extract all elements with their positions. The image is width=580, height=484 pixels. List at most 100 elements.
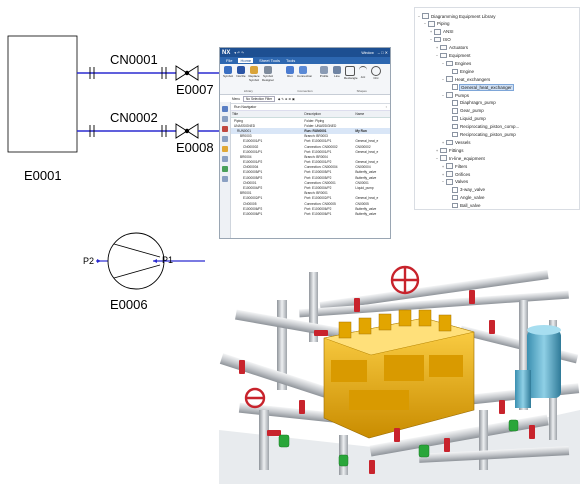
collapse-icon[interactable]: − bbox=[423, 21, 427, 26]
table-row[interactable]: E1000006/P2 Port: E1000006/P2 Butterfly_va… bbox=[231, 206, 390, 211]
selection-filter-select[interactable]: No Selection Filter bbox=[242, 96, 276, 102]
table-row[interactable]: CN00001 Connection: CN00001 CN00001 bbox=[231, 180, 390, 185]
tree-node[interactable]: − Diagramming Equipment Library bbox=[417, 13, 496, 19]
profile-icon bbox=[320, 66, 328, 74]
tree-node[interactable]: 3-way_valve bbox=[447, 187, 485, 193]
tree-node[interactable]: Liquid_pump bbox=[447, 115, 486, 122]
tree-node[interactable]: Reciprocating_piston_pump bbox=[447, 131, 516, 138]
tree-node[interactable]: + Filters bbox=[441, 163, 467, 169]
symbol-icon bbox=[452, 108, 458, 114]
ribbon-label: Line bbox=[334, 74, 340, 78]
tree-node[interactable]: + Actuators bbox=[435, 44, 468, 51]
collapse-icon[interactable]: − bbox=[441, 179, 445, 184]
table-row[interactable]: E1000001/P1 Port: E1000001/P1 General_heat… bbox=[231, 149, 390, 154]
tree-node[interactable]: − Piping bbox=[423, 21, 450, 27]
expand-icon[interactable]: + bbox=[441, 140, 445, 145]
nozzle-button[interactable]: Nozzle bbox=[235, 66, 247, 79]
valve-e0007-symbol[interactable] bbox=[175, 65, 220, 81]
table-row[interactable]: CN000002 Connection: CN000002 CN000002 bbox=[231, 144, 390, 149]
rectangle-button[interactable]: Rectangle bbox=[344, 66, 358, 81]
tree-node[interactable]: Gear_pump bbox=[447, 108, 484, 114]
roles-icon[interactable] bbox=[222, 146, 228, 152]
quick-access-icon[interactable]: ▾ ↶ ↷ bbox=[234, 51, 244, 55]
tree-node[interactable]: − Engines bbox=[441, 60, 471, 67]
system-materials-icon[interactable] bbox=[222, 156, 228, 162]
tree-node[interactable]: Ball_valve bbox=[447, 202, 481, 209]
reuse-library-icon[interactable] bbox=[222, 126, 228, 132]
arc-button[interactable]: Arc bbox=[357, 66, 369, 80]
table-row[interactable]: E1000002/P1 Port: E1000002/P1 General_heat… bbox=[231, 196, 390, 201]
connection-line-2[interactable] bbox=[77, 125, 176, 137]
run-button[interactable]: Run bbox=[284, 66, 296, 79]
equipment-library-tree: − Diagramming Equipment Library − Piping + AN… bbox=[414, 7, 580, 210]
table-row[interactable]: E1000001/P2 Port: E1000001/P2 General_heat… bbox=[231, 160, 390, 165]
table-row[interactable]: E1000005/P1 Port: E1000005/P1 Butterfly_va… bbox=[231, 170, 390, 175]
ribbon-label: Nozzle bbox=[236, 74, 246, 78]
circle-button[interactable]: Circ bbox=[370, 66, 382, 81]
tree-node[interactable]: Engine bbox=[447, 68, 474, 75]
valve-e0008-symbol[interactable] bbox=[175, 123, 220, 139]
tree-node-label: Equipment bbox=[449, 53, 471, 58]
menu-file[interactable]: File bbox=[226, 58, 232, 63]
equipment-e0001-box[interactable] bbox=[7, 35, 78, 153]
tree-node[interactable]: − ISO bbox=[429, 36, 451, 43]
connection-line-1[interactable] bbox=[77, 67, 176, 79]
symbol-designer-button[interactable]: Symbol Designer bbox=[262, 66, 274, 82]
table-row[interactable]: E1000001/P1 Port: E1000001/P1 General_heat… bbox=[231, 139, 390, 144]
profile-button[interactable]: Profile bbox=[318, 66, 330, 79]
tree-node[interactable]: + Fittings bbox=[435, 147, 464, 154]
expand-icon[interactable]: + bbox=[441, 164, 445, 169]
collapse-icon[interactable]: − bbox=[441, 93, 445, 98]
replace-symbol-icon bbox=[250, 66, 258, 74]
close-panel-icon[interactable]: ▫ bbox=[386, 105, 387, 109]
symbol-button[interactable]: Symbol bbox=[222, 66, 234, 79]
tree-node[interactable]: Diaphragm_pump bbox=[447, 100, 496, 106]
tree-node[interactable]: − In-line_equipment bbox=[435, 155, 485, 161]
tree-node[interactable]: + Orifices bbox=[441, 171, 470, 177]
connection-button[interactable]: Connection bbox=[297, 66, 312, 79]
navigator-icon[interactable] bbox=[222, 106, 228, 112]
collapse-icon[interactable]: − bbox=[429, 37, 433, 42]
tree-node[interactable]: General_heat_exchanger bbox=[447, 83, 514, 91]
line-button[interactable]: Line bbox=[331, 66, 343, 79]
tree-node[interactable]: Reciprocating_piston_comp... bbox=[447, 123, 519, 130]
window-menu[interactable]: Window bbox=[361, 51, 373, 55]
cell-name: Butterfly_valve bbox=[355, 211, 377, 216]
settings-icon[interactable] bbox=[222, 176, 228, 182]
window-controls-icon[interactable]: – □ ✕ bbox=[378, 50, 388, 55]
collapse-icon[interactable]: − bbox=[441, 77, 445, 82]
collapse-icon[interactable]: − bbox=[441, 61, 445, 66]
port-label: P1 bbox=[162, 255, 174, 265]
tree-node[interactable]: Angle_valve bbox=[447, 194, 485, 201]
collapse-icon[interactable]: − bbox=[435, 156, 439, 161]
tree-node[interactable]: + Vessels bbox=[441, 139, 471, 146]
menu-dropdown[interactable]: Menu bbox=[232, 97, 240, 101]
menu-tools[interactable]: Tools bbox=[286, 58, 295, 63]
collapse-icon[interactable]: − bbox=[435, 53, 439, 58]
tree-node[interactable]: − Equipment bbox=[435, 52, 471, 59]
tree-node[interactable]: + ANSI bbox=[429, 29, 454, 35]
expand-icon[interactable]: + bbox=[435, 45, 439, 50]
expand-icon[interactable]: + bbox=[429, 29, 433, 34]
table-row[interactable]: E1000004/P2 Port: E1000004/P2 Liquid_pump bbox=[231, 185, 390, 190]
replace-symbol-button[interactable]: Replace Symbol bbox=[248, 66, 260, 82]
expand-icon[interactable]: + bbox=[441, 172, 445, 177]
web-browser-icon[interactable] bbox=[222, 136, 228, 142]
menu-sheet-tools[interactable]: Sheet Tools bbox=[259, 58, 280, 63]
folder-icon bbox=[434, 29, 441, 35]
collapse-icon[interactable]: − bbox=[417, 14, 421, 19]
palette-icon[interactable] bbox=[222, 166, 228, 172]
tree-node[interactable]: − Valves bbox=[441, 179, 468, 185]
pump-e0006-symbol[interactable] bbox=[96, 232, 205, 290]
menu-home[interactable]: Home bbox=[238, 58, 254, 63]
tree-node[interactable]: − Heat_exchangers bbox=[441, 76, 490, 82]
history-icon[interactable] bbox=[222, 116, 228, 122]
filter-tools-icon[interactable]: ◆ ✎ ⊕ ⊗ ▣ bbox=[278, 97, 295, 101]
tree-node[interactable]: − Pumps bbox=[441, 92, 469, 98]
table-row[interactable]: CN000004 Connection: CN000004 CN000004 bbox=[231, 165, 390, 170]
table-row[interactable]: CN00005 Connection: CN00005 CN00005 bbox=[231, 201, 390, 206]
table-row[interactable]: E1000005/P2 Port: E1000005/P2 Butterfly_va… bbox=[231, 175, 390, 180]
table-row[interactable]: E1000006/P1 Port: E1000006/P1 Butterfly_va… bbox=[231, 211, 390, 216]
expand-icon[interactable]: + bbox=[435, 148, 439, 153]
ribbon-label: Rectangle bbox=[344, 76, 358, 80]
